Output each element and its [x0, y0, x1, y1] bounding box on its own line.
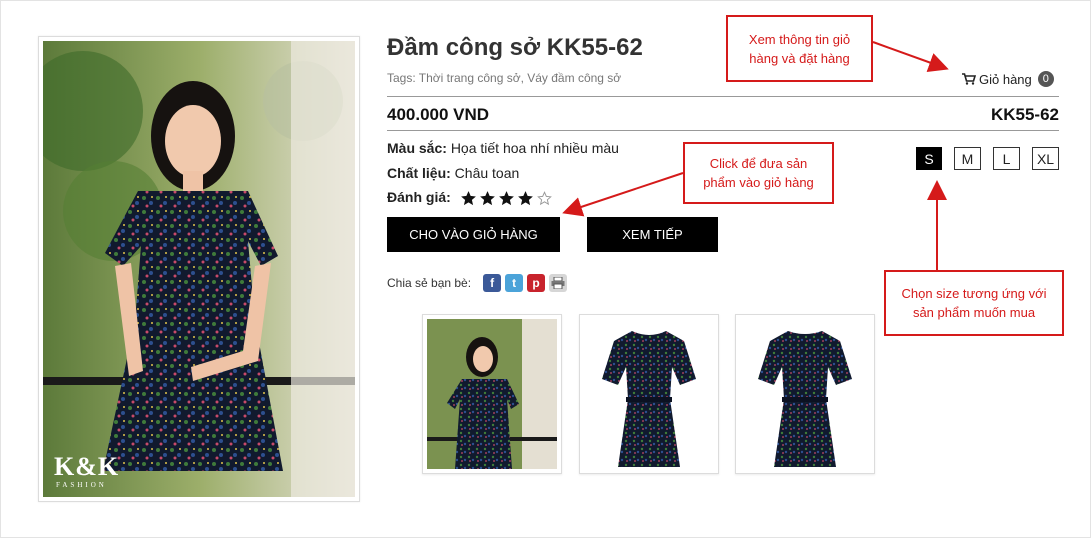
- main-product-image[interactable]: K&K FASHION: [38, 36, 360, 502]
- thumbnail-image: [584, 319, 714, 469]
- twitter-icon[interactable]: t: [505, 274, 524, 292]
- product-sku: KK55-62: [990, 105, 1059, 124]
- thumbnail-dress-back[interactable]: [735, 314, 875, 474]
- product-price: 400.000 VND: [387, 105, 490, 124]
- color-value: Họa tiết hoa nhí nhiều màu: [450, 140, 619, 156]
- star-filled-icon[interactable]: [498, 190, 514, 206]
- divider: [387, 96, 1059, 97]
- color-attribute: Màu sắc: Họa tiết hoa nhí nhiều màu: [387, 140, 619, 156]
- product-photo: [43, 41, 355, 497]
- cart-count-badge: 0: [1037, 71, 1054, 87]
- share-label: Chia sẻ bạn bè:: [387, 276, 472, 290]
- rating-attribute: Đánh giá:: [387, 189, 552, 206]
- material-label: Chất liệu:: [387, 165, 451, 181]
- product-tags[interactable]: Tags: Thời trang công sở, Váy đầm công s…: [387, 71, 621, 85]
- star-empty-icon[interactable]: [536, 190, 552, 206]
- thumbnail-model[interactable]: [422, 314, 562, 474]
- cart-label: Giỏ hàng: [979, 71, 1032, 87]
- callout-cart-info: Xem thông tin giỏ hàng và đặt hàng: [726, 15, 873, 82]
- cart-link[interactable]: Giỏ hàng 0: [962, 71, 1054, 87]
- size-option-xl[interactable]: XL: [1032, 147, 1059, 170]
- brand-logo: K&K FASHION: [54, 452, 120, 490]
- product-title: Đầm công sở KK55-62: [387, 34, 643, 61]
- thumbnail-dress-front[interactable]: [579, 314, 719, 474]
- thumbnail-image: [740, 319, 870, 469]
- material-value: Châu toan: [454, 165, 520, 181]
- rating-stars[interactable]: [460, 190, 552, 206]
- callout-add-cart: Click để đưa sản phẩm vào giỏ hàng: [683, 142, 834, 204]
- size-option-s[interactable]: S: [916, 147, 942, 170]
- cart-icon: [962, 73, 976, 85]
- rating-label: Đánh giá:: [387, 189, 451, 205]
- share-row: Chia sẻ bạn bè: f t p: [387, 274, 568, 292]
- thumbnail-image: [427, 319, 557, 469]
- star-filled-icon[interactable]: [460, 190, 476, 206]
- star-filled-icon[interactable]: [479, 190, 495, 206]
- continue-button[interactable]: XEM TIẾP: [587, 217, 718, 252]
- add-to-cart-button[interactable]: CHO VÀO GIỎ HÀNG: [387, 217, 560, 252]
- size-option-l[interactable]: L: [993, 147, 1020, 170]
- pinterest-icon[interactable]: p: [527, 274, 546, 292]
- print-icon[interactable]: [549, 274, 568, 292]
- star-filled-icon[interactable]: [517, 190, 533, 206]
- size-option-m[interactable]: M: [954, 147, 981, 170]
- divider: [387, 130, 1059, 131]
- callout-size: Chọn size tương ứng với sản phẩm muốn mu…: [884, 270, 1064, 336]
- facebook-icon[interactable]: f: [483, 274, 502, 292]
- material-attribute: Chất liệu: Châu toan: [387, 165, 519, 181]
- color-label: Màu sắc:: [387, 140, 447, 156]
